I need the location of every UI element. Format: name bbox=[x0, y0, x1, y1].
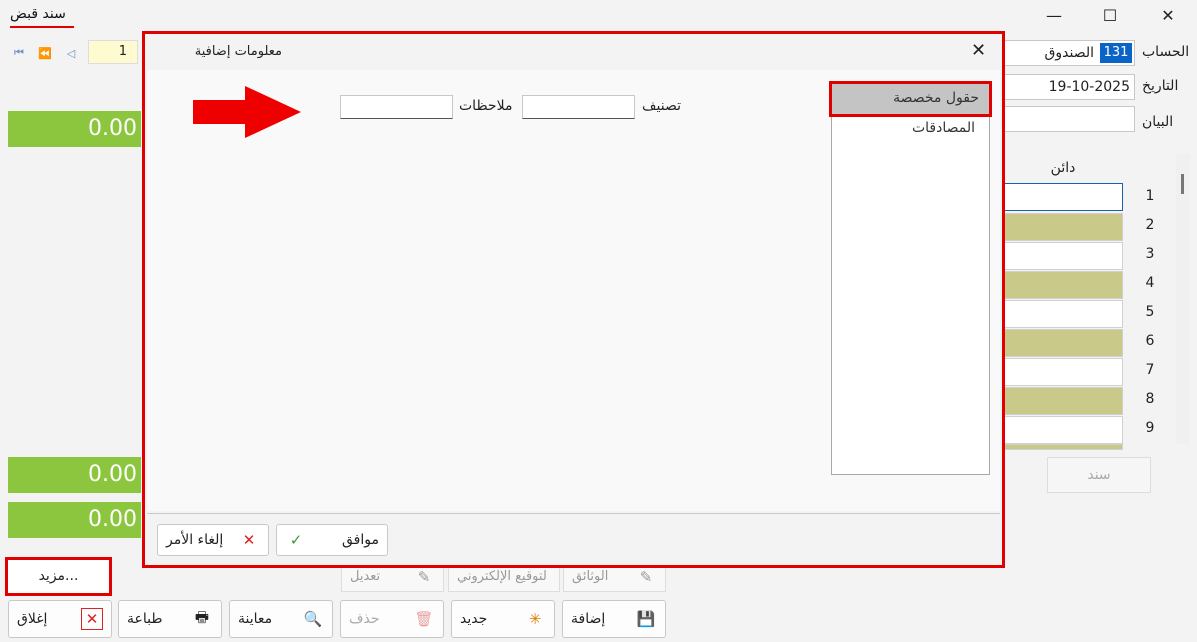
grid-cell[interactable] bbox=[1003, 329, 1123, 357]
add-label: إضافة bbox=[571, 611, 606, 627]
account-code: 131 bbox=[1100, 43, 1132, 63]
account-field[interactable]: 131 الصندوق bbox=[1003, 40, 1135, 66]
grid-scrollbar[interactable] bbox=[1176, 154, 1190, 444]
window-title: سند قبض bbox=[10, 6, 66, 22]
minimize-button[interactable]: — bbox=[1032, 2, 1076, 28]
statement-field[interactable] bbox=[1003, 106, 1135, 132]
dialog-close-icon[interactable]: ✕ bbox=[971, 40, 986, 61]
documents-label: الوثائق bbox=[572, 569, 609, 584]
grid-cell[interactable] bbox=[1003, 183, 1123, 211]
credit-column-header[interactable]: دائن bbox=[1003, 154, 1123, 182]
more-button[interactable]: مزيد... bbox=[5, 557, 112, 596]
total-bottom: 0.00 bbox=[8, 502, 141, 538]
cancel-x-icon: ✕ bbox=[242, 531, 256, 549]
date-field[interactable]: 19-10-2025 bbox=[1003, 74, 1135, 100]
grid-cell[interactable] bbox=[1003, 300, 1123, 328]
row-number: 4 bbox=[1145, 275, 1155, 291]
row-number: 3 bbox=[1145, 246, 1155, 262]
row-number: 6 bbox=[1145, 333, 1155, 349]
classification-input[interactable] bbox=[522, 95, 635, 119]
close-form-label: إغلاق bbox=[17, 611, 48, 627]
ok-button[interactable]: ✓ موافق bbox=[276, 524, 388, 556]
prev-fast-icon[interactable]: ⏪ bbox=[34, 42, 56, 64]
row-number: 7 bbox=[1145, 362, 1155, 378]
print-button[interactable]: طباعة 🖶 bbox=[118, 600, 222, 638]
dialog-title: معلومات إضافية bbox=[194, 44, 282, 59]
grid-cell[interactable] bbox=[1003, 213, 1123, 241]
first-record-icon[interactable]: ⏮ bbox=[8, 42, 30, 64]
notes-label: ملاحظات bbox=[459, 98, 513, 114]
close-form-button[interactable]: إغلاق ✕ bbox=[8, 600, 112, 638]
cancel-button[interactable]: إلغاء الأمر ✕ bbox=[157, 524, 269, 556]
window-close-button[interactable]: ✕ bbox=[1146, 2, 1190, 28]
additional-info-dialog: معلومات إضافية ✕ ملاحظات تصنيف حقول مخصص… bbox=[142, 31, 1005, 568]
new-label: جديد bbox=[460, 611, 488, 627]
grid-cell[interactable] bbox=[1003, 242, 1123, 270]
delete-button[interactable]: حذف 🗑 bbox=[340, 600, 444, 638]
statement-label: البيان bbox=[1142, 114, 1174, 130]
total-top: 0.00 bbox=[8, 111, 141, 147]
print-label: طباعة bbox=[127, 611, 163, 627]
preview-icon: 🔍 bbox=[303, 610, 323, 628]
cancel-label: إلغاء الأمر bbox=[166, 532, 224, 548]
total-mid: 0.00 bbox=[8, 457, 141, 493]
row-number: 9 bbox=[1145, 420, 1155, 436]
prev-record-icon[interactable]: ◁ bbox=[60, 42, 82, 64]
grid-cell[interactable] bbox=[1003, 387, 1123, 415]
row-number: 1 bbox=[1145, 188, 1155, 204]
list-item-custom-fields[interactable]: حقول مخصصة bbox=[829, 81, 992, 117]
preview-label: معاينة bbox=[238, 611, 273, 627]
save-add-icon: 💾 bbox=[636, 610, 656, 628]
dialog-separator bbox=[147, 513, 1000, 514]
title-underline bbox=[10, 26, 74, 28]
row-number: 2 bbox=[1145, 217, 1155, 233]
checkmark-icon: ✓ bbox=[289, 531, 303, 549]
trash-icon: 🗑 bbox=[414, 610, 434, 628]
scrollbar-thumb[interactable] bbox=[1181, 174, 1184, 194]
preview-button[interactable]: معاينة 🔍 bbox=[229, 600, 333, 638]
delete-label: حذف bbox=[349, 611, 380, 627]
new-document-icon: ✳ bbox=[528, 610, 542, 628]
dialog-titlebar: معلومات إضافية ✕ bbox=[145, 34, 1002, 70]
printer-icon: 🖶 bbox=[194, 607, 210, 626]
maximize-button[interactable]: ☐ bbox=[1088, 2, 1132, 28]
date-label: التاريخ bbox=[1142, 78, 1179, 94]
close-x-icon: ✕ bbox=[81, 608, 103, 630]
row-number: 8 bbox=[1145, 391, 1155, 407]
red-arrow-icon bbox=[193, 86, 301, 138]
edit-label: تعديل bbox=[350, 569, 381, 584]
add-button[interactable]: إضافة 💾 bbox=[562, 600, 666, 638]
notes-input[interactable] bbox=[340, 95, 453, 119]
grid-cell[interactable] bbox=[1003, 416, 1123, 444]
esign-label: لتوقيع الإلكتروني bbox=[457, 569, 547, 584]
grid-cell[interactable] bbox=[1003, 444, 1123, 450]
grid-cell[interactable] bbox=[1003, 358, 1123, 386]
list-item-approvals[interactable]: المصادقات bbox=[831, 120, 975, 136]
new-button[interactable]: جديد ✳ bbox=[451, 600, 555, 638]
doc-button[interactable]: سند bbox=[1047, 457, 1151, 493]
grid-cell[interactable] bbox=[1003, 271, 1123, 299]
row-number: 5 bbox=[1145, 304, 1155, 320]
record-number-field[interactable]: 1 bbox=[88, 40, 138, 64]
category-list bbox=[831, 82, 990, 475]
classification-label: تصنيف bbox=[642, 98, 681, 114]
account-label: الحساب bbox=[1142, 44, 1190, 60]
account-name: الصندوق bbox=[1044, 45, 1095, 61]
attachment-icon: ✎ bbox=[639, 567, 653, 586]
edit-icon: ✎ bbox=[417, 567, 431, 586]
ok-label: موافق bbox=[342, 532, 379, 548]
